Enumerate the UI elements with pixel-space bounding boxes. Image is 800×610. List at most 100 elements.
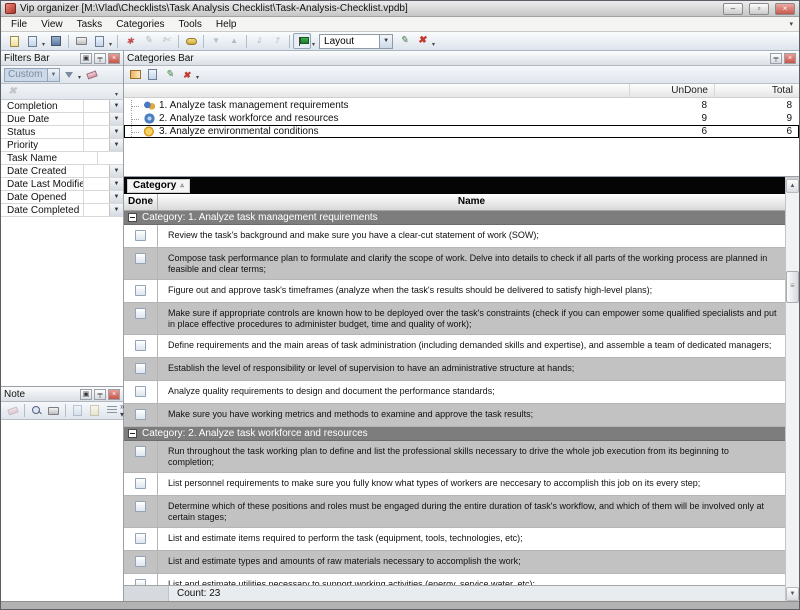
new-database-button[interactable] <box>5 33 23 49</box>
category-row[interactable]: 1. Analyze task management requirements8… <box>124 99 799 112</box>
close-button[interactable]: × <box>775 3 795 15</box>
delete-layout-button[interactable]: ✖ <box>413 33 431 49</box>
move-bottom-button[interactable]: ⇓ <box>250 33 268 49</box>
save-button[interactable] <box>47 33 65 49</box>
note-attach-button[interactable] <box>86 403 103 418</box>
checklist-item-row[interactable]: Compose task performance plan to formula… <box>124 248 785 280</box>
done-checkbox[interactable] <box>135 501 146 512</box>
add-task-button[interactable]: ✱ <box>121 33 139 49</box>
delete-task-button[interactable]: ✄ <box>157 33 175 49</box>
filter-value-cell[interactable] <box>83 139 109 151</box>
filter-value-cell[interactable] <box>83 126 109 138</box>
clear-filter-button[interactable] <box>83 67 100 82</box>
apply-filter-button[interactable] <box>60 67 77 82</box>
collapse-icon[interactable] <box>128 213 137 222</box>
note-editor[interactable] <box>1 420 123 601</box>
checklist-item-row[interactable]: List and estimate utilities necessary to… <box>124 574 785 585</box>
done-checkbox[interactable] <box>135 308 146 319</box>
filters-close-icon[interactable]: × <box>108 53 120 64</box>
vertical-scrollbar[interactable]: ▲ ▼ <box>785 179 799 601</box>
done-checkbox[interactable] <box>135 363 146 374</box>
filter-value-cell[interactable] <box>83 113 109 125</box>
delete-category-button[interactable]: ✖ <box>178 67 195 82</box>
print-overflow-icon[interactable]: ▾ <box>108 35 114 48</box>
filter-value-cell[interactable] <box>83 178 109 190</box>
new-category-button[interactable] <box>127 67 144 82</box>
done-checkbox[interactable] <box>135 386 146 397</box>
done-checkbox[interactable] <box>135 409 146 420</box>
combobox-arrow-icon[interactable]: ▼ <box>379 35 392 48</box>
edit-category-button[interactable]: ✎ <box>161 67 178 82</box>
done-checkbox[interactable] <box>135 446 146 457</box>
filter-value-cell[interactable] <box>83 165 109 177</box>
menu-tools[interactable]: Tools <box>172 19 209 30</box>
checklist-item-row[interactable]: Run throughout the task working plan to … <box>124 441 785 473</box>
note-list-button[interactable] <box>103 403 120 418</box>
filter-value-cell[interactable] <box>97 152 123 164</box>
menu-file[interactable]: File <box>4 19 34 30</box>
done-checkbox[interactable] <box>135 253 146 264</box>
filter-value-cell[interactable] <box>83 191 109 203</box>
checklist-item-row[interactable]: Figure out and approve task's timeframes… <box>124 280 785 303</box>
menu-categories[interactable]: Categories <box>109 19 171 30</box>
scroll-down-icon[interactable]: ▼ <box>786 587 799 601</box>
name-column-header[interactable]: Name <box>158 194 785 210</box>
scrollbar-thumb[interactable] <box>786 271 799 303</box>
done-column-header[interactable]: Done <box>124 194 158 210</box>
filter-dropdown-icon[interactable]: ▼ <box>109 191 123 203</box>
total-column-header[interactable]: Total <box>714 84 799 97</box>
filter-preset-arrow-icon[interactable]: ▼ <box>47 69 59 81</box>
category-group-header[interactable]: Category: 2. Analyze task workforce and … <box>124 427 785 441</box>
layout-overflow-icon[interactable]: ▾ <box>311 35 317 48</box>
menu-overflow-icon[interactable]: ▾ <box>789 20 799 28</box>
note-pin-icon[interactable]: ╤ <box>94 389 106 400</box>
print-button[interactable] <box>72 33 90 49</box>
scroll-up-icon[interactable]: ▲ <box>786 179 799 193</box>
note-print-button[interactable] <box>45 403 62 418</box>
filter-dropdown-icon[interactable]: ▼ <box>109 204 123 216</box>
layout-combobox[interactable]: Layout ▼ <box>319 34 393 49</box>
categories-overflow-icon[interactable]: ▾ <box>195 68 201 81</box>
filters-restore-icon[interactable]: ▣ <box>80 53 92 64</box>
filter-value-cell[interactable] <box>83 204 109 216</box>
checklist-item-row[interactable]: Establish the level of responsibility or… <box>124 358 785 381</box>
checklist-item-row[interactable]: Define requirements and the main areas o… <box>124 335 785 358</box>
category-row[interactable]: 2. Analyze task workforce and resources9… <box>124 112 799 125</box>
collapse-icon[interactable] <box>128 429 137 438</box>
done-checkbox[interactable] <box>135 285 146 296</box>
checklist-item-row[interactable]: Review the task's background and make su… <box>124 225 785 248</box>
filter-dropdown-icon[interactable]: ▼ <box>109 113 123 125</box>
maximize-button[interactable]: ▫ <box>749 3 769 15</box>
edit-task-button[interactable]: ✎ <box>139 33 157 49</box>
filter-value-cell[interactable] <box>83 100 109 112</box>
category-row[interactable]: 3. Analyze environmental conditions66 <box>124 125 799 138</box>
categories-pin-icon[interactable]: ╤ <box>770 53 782 64</box>
print-preview-button[interactable] <box>90 33 108 49</box>
note-insert-button[interactable] <box>69 403 86 418</box>
checklist-item-row[interactable]: List and estimate items required to perf… <box>124 528 785 551</box>
checklist-item-row[interactable]: List and estimate types and amounts of r… <box>124 551 785 574</box>
categories-close-icon[interactable]: × <box>784 53 796 64</box>
done-checkbox[interactable] <box>135 556 146 567</box>
filter-preset-combobox[interactable]: Custom ▼ <box>4 68 60 82</box>
category-group-header[interactable]: Category: 1. Analyze task management req… <box>124 211 785 225</box>
checklist-item-row[interactable]: Make sure you have working metrics and m… <box>124 404 785 427</box>
filter-dropdown-icon[interactable]: ▼ <box>109 178 123 190</box>
done-checkbox[interactable] <box>135 478 146 489</box>
filter-dropdown-icon[interactable]: ▼ <box>109 100 123 112</box>
note-close-icon[interactable]: × <box>108 389 120 400</box>
done-checkbox[interactable] <box>135 533 146 544</box>
note-preview-button[interactable] <box>28 403 45 418</box>
move-down-button[interactable]: ▼ <box>207 33 225 49</box>
note-restore-icon[interactable]: ▣ <box>80 389 92 400</box>
checklist-item-row[interactable]: Analyze quality requirements to design a… <box>124 381 785 404</box>
move-up-button[interactable]: ▲ <box>225 33 243 49</box>
menu-view[interactable]: View <box>34 19 70 30</box>
filter-dropdown-icon[interactable]: ▼ <box>109 126 123 138</box>
done-checkbox[interactable] <box>135 230 146 241</box>
filter-dropdown-icon[interactable]: ▼ <box>109 165 123 177</box>
undone-column-header[interactable]: UnDone <box>629 84 714 97</box>
minimize-button[interactable]: – <box>723 3 743 15</box>
menu-help[interactable]: Help <box>209 19 244 30</box>
filter-dropdown-icon[interactable]: ▼ <box>109 139 123 151</box>
